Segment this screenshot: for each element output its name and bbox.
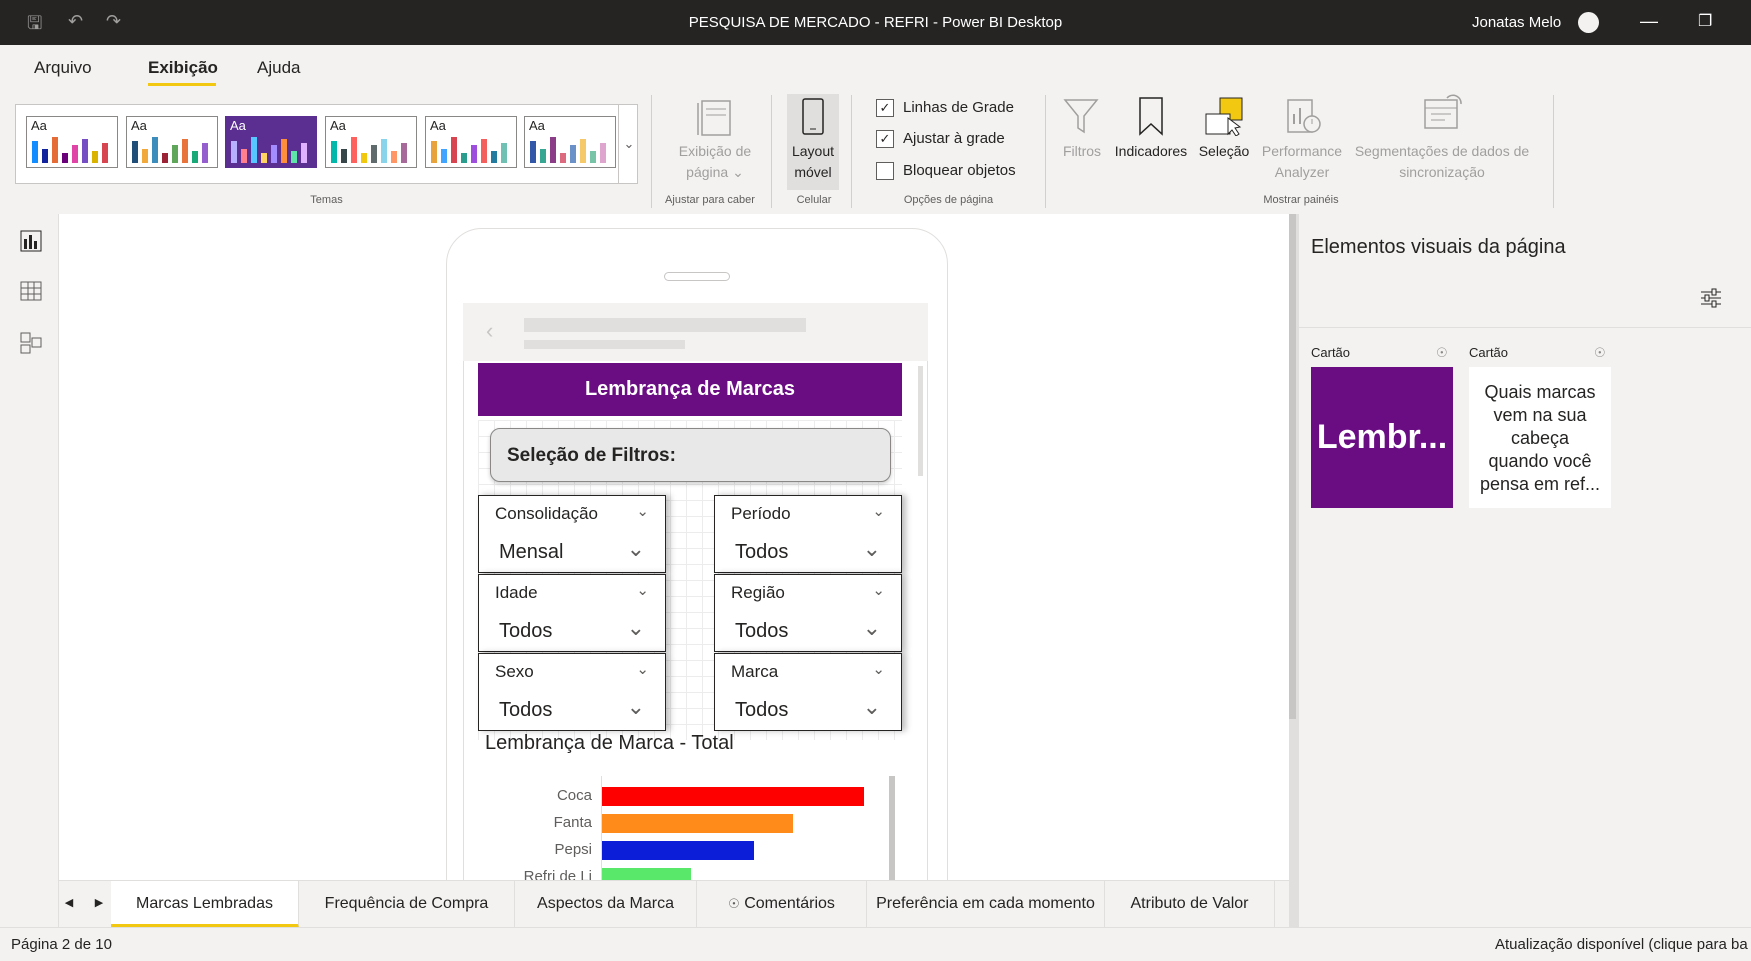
chart-bar-fanta[interactable] bbox=[602, 814, 794, 833]
tab-preferencia-em-cada-momento[interactable]: Preferência em cada momento bbox=[867, 881, 1105, 928]
chart-scrollbar[interactable] bbox=[889, 776, 895, 880]
tab-prev-icon[interactable]: ◀ bbox=[59, 881, 79, 928]
chart-category-label: Refri de Li bbox=[523, 868, 592, 880]
card-label-2: Cartão bbox=[1469, 345, 1509, 360]
card-visual-2[interactable]: Quais marcas vem na sua cabeça quando vo… bbox=[1469, 367, 1611, 508]
page-indicator: Página 2 de 10 bbox=[11, 936, 112, 953]
tab-frequencia-de-compra[interactable]: Frequência de Compra bbox=[299, 881, 515, 928]
eye-icon[interactable]: ☉ bbox=[1594, 345, 1606, 361]
chart-bar-refri-de-li[interactable] bbox=[602, 868, 692, 880]
chart-bar-coca[interactable] bbox=[602, 787, 864, 806]
update-available-link[interactable]: Atualização disponível (clique para ba bbox=[1495, 936, 1748, 953]
chart-bar-pepsi[interactable] bbox=[602, 841, 754, 860]
chart-category-label: Fanta bbox=[553, 814, 592, 831]
canvas-scrollbar[interactable] bbox=[1289, 214, 1296, 719]
pane-divider bbox=[1299, 327, 1751, 328]
chart-category-label: Pepsi bbox=[554, 841, 592, 858]
settings-sliders-icon[interactable] bbox=[1699, 287, 1723, 309]
eye-icon[interactable]: ☉ bbox=[1436, 345, 1448, 361]
card-label-1: Cartão bbox=[1311, 345, 1351, 360]
tab-next-icon[interactable]: ▶ bbox=[89, 881, 109, 928]
tab-marcas-lembradas[interactable]: Marcas Lembradas bbox=[111, 881, 299, 928]
tab-aspectos-da-marca[interactable]: Aspectos da Marca bbox=[515, 881, 697, 928]
status-bar: Página 2 de 10 Atualização disponível (c… bbox=[0, 927, 1751, 961]
hidden-page-icon: ☉ bbox=[728, 896, 740, 911]
card-visual-1[interactable]: Lembr... bbox=[1311, 367, 1453, 508]
chart-category-label: Coca bbox=[556, 787, 592, 804]
page-visuals-pane bbox=[1289, 214, 1751, 927]
page-tabs: ◀ ▶ Marcas Lembradas Frequência de Compr… bbox=[59, 880, 1289, 928]
tab-atributo-de-valor[interactable]: Atributo de Valor bbox=[1105, 881, 1275, 928]
pane-title: Elementos visuais da página bbox=[1311, 236, 1566, 258]
tab-comentarios[interactable]: ☉ Comentários bbox=[697, 881, 867, 928]
